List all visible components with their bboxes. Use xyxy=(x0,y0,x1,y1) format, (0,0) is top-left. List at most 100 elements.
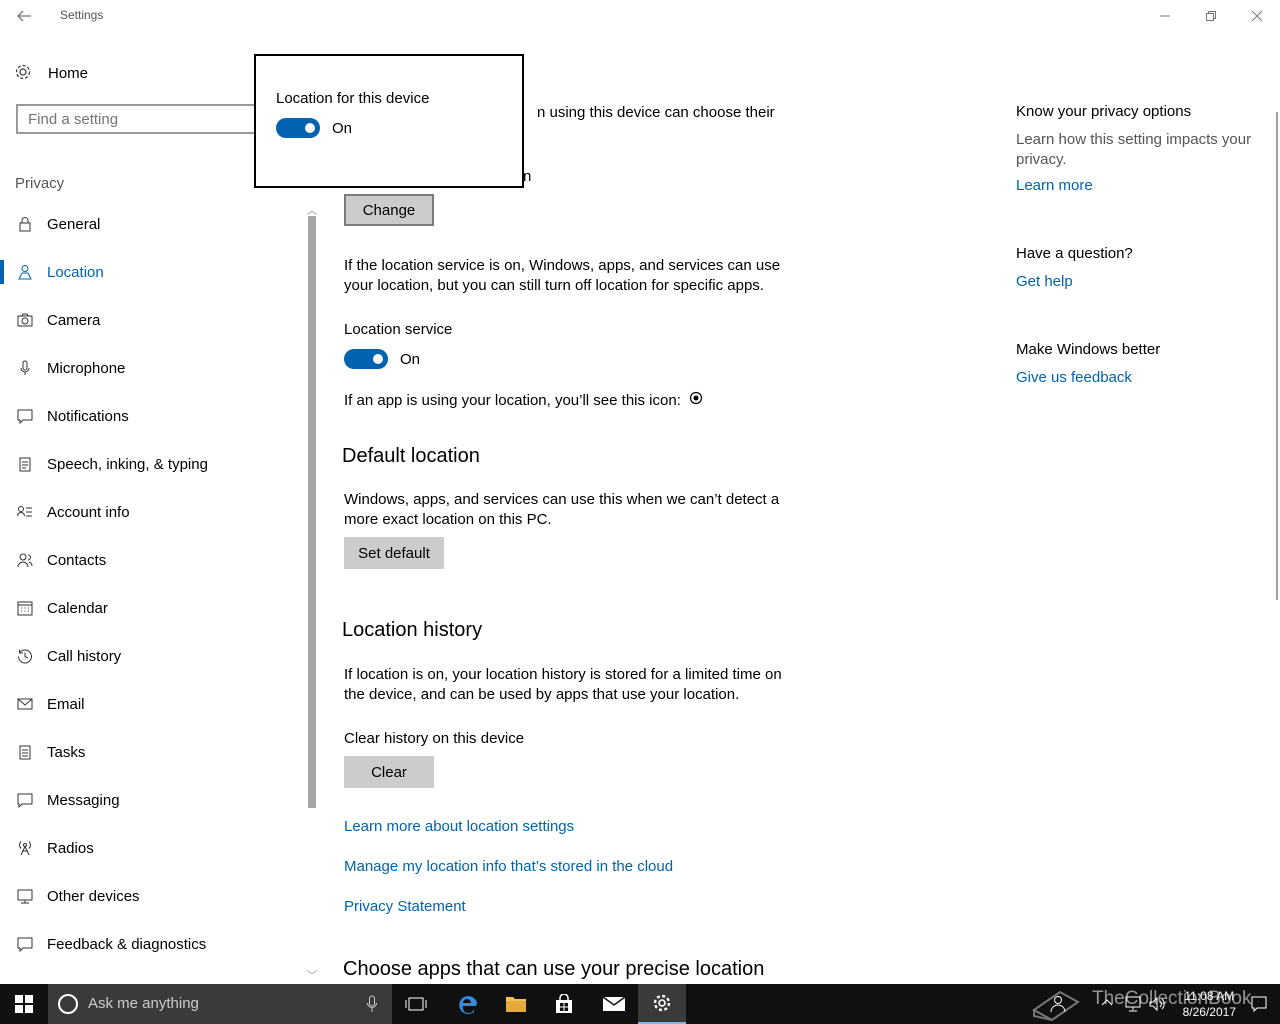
device-location-toggle[interactable] xyxy=(276,118,320,138)
sidebar-item-account-info[interactable]: Account info xyxy=(0,488,304,536)
lock-icon xyxy=(16,215,34,233)
default-location-heading: Default location xyxy=(342,445,480,467)
location-in-use-icon xyxy=(689,391,703,411)
sidebar-item-contacts[interactable]: Contacts xyxy=(0,536,304,584)
location-device-popup: Location for this device On xyxy=(254,54,524,188)
sidebar-scrollbar[interactable]: ︿ ﹀ xyxy=(304,200,320,984)
get-help-link[interactable]: Get help xyxy=(1016,273,1073,290)
learn-more-location-link[interactable]: Learn more about location settings xyxy=(344,818,574,835)
scroll-up-arrow-icon[interactable]: ︿ xyxy=(307,202,317,217)
scrollbar-thumb[interactable] xyxy=(308,216,316,808)
close-button[interactable] xyxy=(1234,0,1280,32)
device-location-state: On xyxy=(332,120,353,137)
location-history-heading: Location history xyxy=(342,619,483,641)
start-button[interactable] xyxy=(0,984,48,1024)
make-windows-better-heading: Make Windows better xyxy=(1016,341,1161,358)
privacy-options-heading: Know your privacy options xyxy=(1016,103,1192,120)
change-button[interactable]: Change xyxy=(344,194,434,226)
popup-title: Location for this device xyxy=(276,90,430,107)
settings-app-button[interactable] xyxy=(638,984,686,1024)
gear-icon xyxy=(14,63,34,83)
calendar-icon xyxy=(16,599,34,617)
choose-apps-heading: Choose apps that can use your precise lo… xyxy=(343,958,765,980)
privacy-options-description: Learn how this setting impacts your priv… xyxy=(1016,131,1252,168)
task-view-button[interactable] xyxy=(392,984,440,1024)
sidebar-item-calendar[interactable]: Calendar xyxy=(0,584,304,632)
location-icon-notice: If an app is using your location, you’ll… xyxy=(344,391,703,411)
store-bag-icon xyxy=(556,994,572,1013)
home-nav-item[interactable]: Home xyxy=(14,62,88,84)
file-explorer-button[interactable] xyxy=(492,984,540,1024)
sidebar-item-label: Tasks xyxy=(47,743,86,761)
camera-icon xyxy=(16,311,34,329)
sidebar-item-notifications[interactable]: Notifications xyxy=(0,392,304,440)
sidebar-item-location[interactable]: Location xyxy=(0,248,304,296)
sidebar-item-label: Other devices xyxy=(47,887,140,905)
task-view-icon xyxy=(405,997,427,1011)
home-label: Home xyxy=(48,64,89,82)
feedback-icon xyxy=(16,935,34,953)
book-logo-icon xyxy=(1030,982,1082,1024)
sidebar-item-general[interactable]: General xyxy=(0,200,304,248)
windows-logo-icon xyxy=(15,995,33,1013)
sidebar-item-speech[interactable]: Speech, inking, & typing xyxy=(0,440,304,488)
sidebar-item-label: Camera xyxy=(47,311,101,329)
history-description-line2: the device, and can be used by apps that… xyxy=(344,686,740,703)
mail-icon xyxy=(16,695,34,713)
find-setting-input[interactable] xyxy=(18,106,264,132)
main-scrollbar-thumb[interactable] xyxy=(1276,112,1278,600)
location-service-label: Location service xyxy=(344,321,453,338)
history-description-line1: If location is on, your location history… xyxy=(344,666,782,683)
sidebar-item-label: General xyxy=(47,215,101,233)
sidebar-item-email[interactable]: Email xyxy=(0,680,304,728)
give-feedback-link[interactable]: Give us feedback xyxy=(1016,369,1132,386)
privacy-statement-link[interactable]: Privacy Statement xyxy=(344,898,466,915)
main-scrollbar[interactable] xyxy=(1270,112,1280,600)
cortana-search-placeholder: Ask me anything xyxy=(88,995,199,1012)
sidebar-item-feedback[interactable]: Feedback & diagnostics xyxy=(0,920,304,968)
back-arrow-icon[interactable] xyxy=(14,6,34,26)
clear-button[interactable]: Clear xyxy=(344,756,434,788)
radio-tower-icon xyxy=(16,839,34,857)
notification-icon xyxy=(16,407,34,425)
store-button[interactable] xyxy=(540,984,588,1024)
sidebar-item-messaging[interactable]: Messaging xyxy=(0,776,304,824)
microphone-icon[interactable] xyxy=(366,994,378,1014)
cortana-icon xyxy=(58,994,78,1014)
sidebar-item-tasks[interactable]: Tasks xyxy=(0,728,304,776)
watermark-text: TheCollectionBook xyxy=(1092,988,1252,1009)
sidebar-item-radios[interactable]: Radios xyxy=(0,824,304,872)
title-bar: Settings xyxy=(0,0,1280,32)
set-default-button[interactable]: Set default xyxy=(344,537,444,569)
service-description-line1: If the location service is on, Windows, … xyxy=(344,257,781,274)
clear-history-label: Clear history on this device xyxy=(344,730,525,747)
edge-icon xyxy=(459,996,477,1015)
devices-icon xyxy=(16,887,34,905)
mail-app-button[interactable] xyxy=(590,984,638,1024)
partial-description-line2: n xyxy=(523,168,532,185)
location-service-state: On xyxy=(400,351,421,368)
minimize-button[interactable] xyxy=(1142,0,1188,32)
clipboard-icon xyxy=(16,455,34,473)
edge-browser-button[interactable] xyxy=(444,984,492,1024)
scroll-down-arrow-icon[interactable]: ﹀ xyxy=(307,967,317,982)
sidebar-item-label: Location xyxy=(47,263,104,281)
sidebar-item-microphone[interactable]: Microphone xyxy=(0,344,304,392)
contacts-icon xyxy=(16,551,34,569)
partial-description-line1: n using this device can choose their xyxy=(537,104,775,121)
learn-more-link[interactable]: Learn more xyxy=(1016,177,1093,194)
restore-button[interactable] xyxy=(1188,0,1234,32)
sidebar-item-call-history[interactable]: Call history xyxy=(0,632,304,680)
account-info-icon xyxy=(16,503,34,521)
find-setting-box[interactable] xyxy=(16,104,266,134)
action-center-icon[interactable] xyxy=(1250,995,1268,1017)
sidebar-item-label: Messaging xyxy=(47,791,120,809)
default-description-line2: more exact location on this PC. xyxy=(344,511,552,528)
manage-cloud-location-link[interactable]: Manage my location info that’s stored in… xyxy=(344,858,673,875)
sidebar-item-label: Feedback & diagnostics xyxy=(47,935,207,953)
sidebar-item-other-devices[interactable]: Other devices xyxy=(0,872,304,920)
cortana-search-box[interactable]: Ask me anything xyxy=(48,984,392,1024)
sidebar-item-camera[interactable]: Camera xyxy=(0,296,304,344)
mail-app-icon xyxy=(602,996,626,1011)
location-service-toggle[interactable] xyxy=(344,349,388,369)
